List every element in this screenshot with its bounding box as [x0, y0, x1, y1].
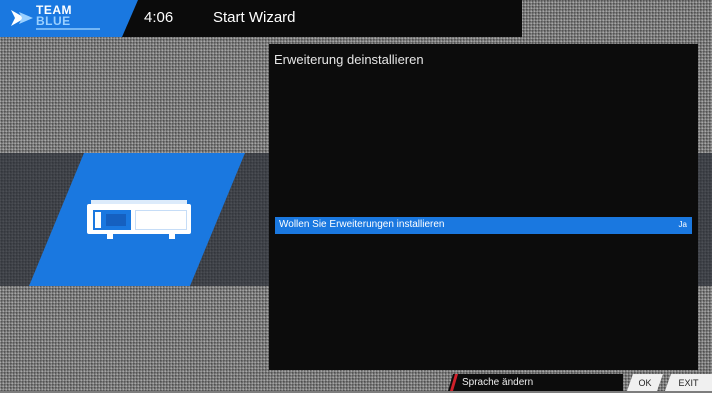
wizard-panel: Erweiterung deinstallieren Wollen Sie Er… [269, 44, 698, 370]
team-blue-logo: TEAM BLUE [0, 0, 138, 37]
clock: 4:06 [144, 9, 174, 26]
logo-tagline-bar [36, 28, 100, 30]
header-bar: TEAM BLUE 4:06 Start Wizard [0, 0, 522, 37]
option-row-install-extensions[interactable]: Wollen Sie Erweiterungen installieren Ja [275, 217, 692, 234]
red-key-label: Sprache ändern [462, 377, 534, 388]
page-title: Start Wizard [213, 9, 296, 26]
team-blue-arrow-icon [11, 10, 33, 26]
ok-key-button[interactable]: OK [627, 374, 663, 391]
option-value[interactable]: Ja [679, 220, 687, 229]
option-label: Wollen Sie Erweiterungen installieren [279, 219, 445, 230]
set-top-box-icon [87, 200, 191, 239]
panel-title: Erweiterung deinstallieren [274, 52, 424, 67]
logo-line-blue: BLUE [36, 14, 71, 28]
logo-wordmark: TEAM BLUE [36, 4, 72, 28]
exit-key-button[interactable]: EXIT [665, 374, 712, 391]
